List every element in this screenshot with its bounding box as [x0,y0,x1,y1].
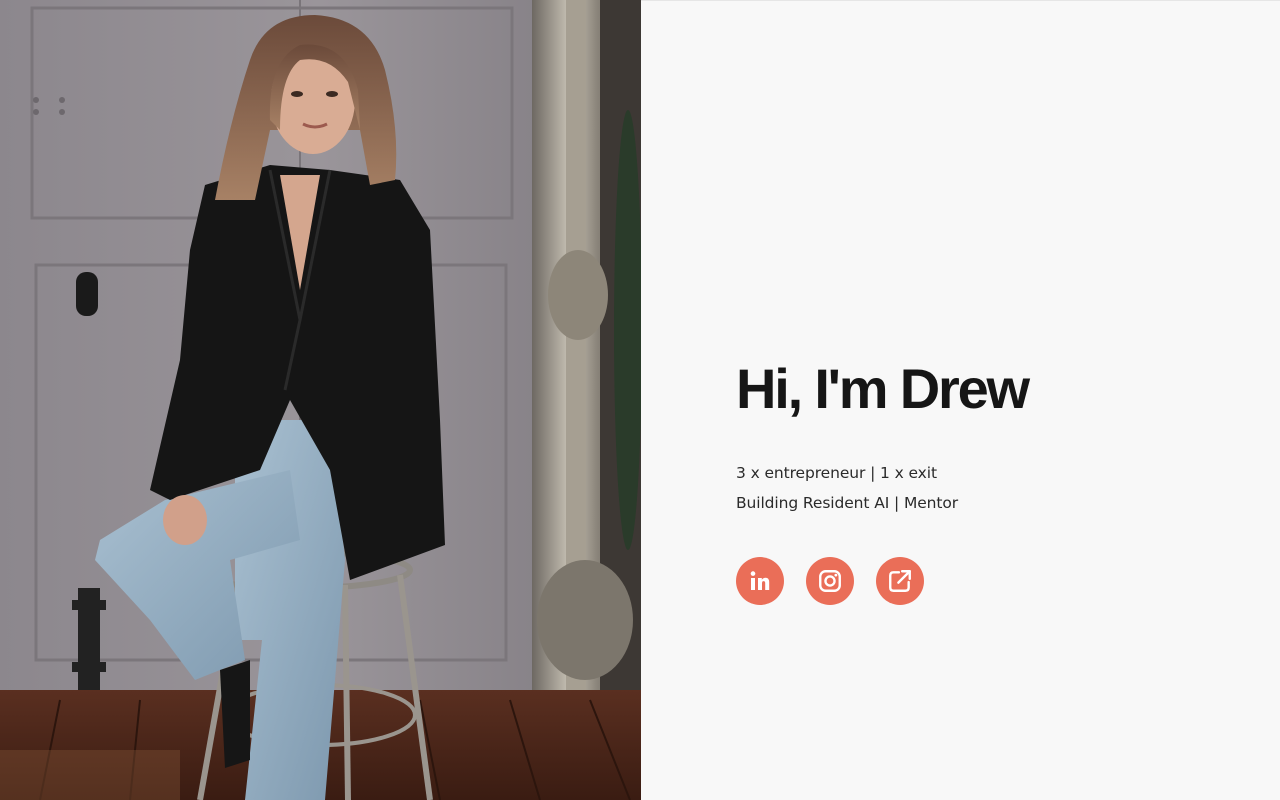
linkedin-button[interactable] [736,557,784,605]
tagline-line-1: 3 x entrepreneur | 1 x exit [736,464,937,482]
instagram-button[interactable] [806,557,854,605]
profile-photo [0,0,641,800]
external-link-icon [889,570,911,592]
linkedin-icon [750,571,770,590]
tagline-line-2: Building Resident AI | Mentor [736,494,959,512]
page-title: Hi, I'm Drew [736,357,1030,420]
instagram-icon [819,570,841,592]
hero-section: Hi, I'm Drew 3 x entrepreneur | 1 x exit… [736,357,1030,605]
content-panel: Hi, I'm Drew 3 x entrepreneur | 1 x exit… [641,0,1280,800]
website-button[interactable] [876,557,924,605]
social-links [736,557,1028,605]
landing-page: Hi, I'm Drew 3 x entrepreneur | 1 x exit… [0,0,1280,800]
